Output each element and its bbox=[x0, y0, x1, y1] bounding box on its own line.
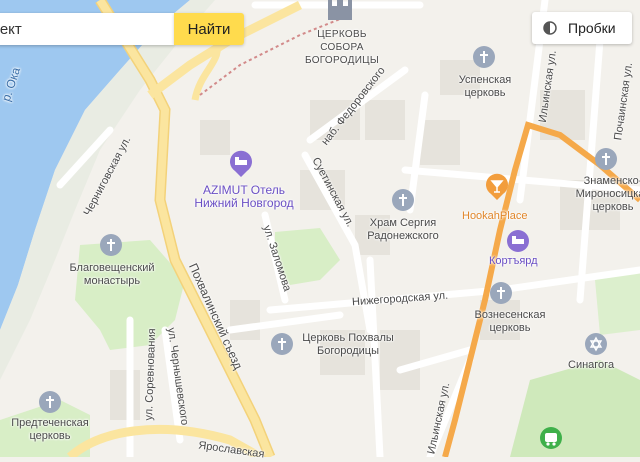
bus-icon[interactable] bbox=[540, 427, 562, 449]
poi-label-predtechenskaya[interactable]: Предтеченская церковь bbox=[0, 417, 100, 443]
hotel-icon[interactable] bbox=[507, 230, 529, 252]
traffic-icon bbox=[543, 21, 557, 35]
poi-label-sobor[interactable]: ЦЕРКОВЬ СОБОРА БОГОРОДИЦЫ bbox=[300, 28, 384, 67]
traffic-button[interactable]: Пробки bbox=[532, 12, 632, 44]
star-of-david-icon[interactable] bbox=[585, 333, 607, 355]
poi-label-blagoveshchensky[interactable]: Благовещенский монастырь bbox=[60, 262, 164, 288]
poi-label-voznesenskaya[interactable]: Вознесенская церковь bbox=[472, 309, 548, 335]
church-icon[interactable] bbox=[100, 234, 122, 256]
traffic-label: Пробки bbox=[568, 20, 616, 36]
poi-label-pokhvaly[interactable]: Церковь Похвалы Богородицы bbox=[296, 332, 400, 358]
search-input[interactable] bbox=[0, 13, 166, 45]
poi-label-hram-sergiya[interactable]: Храм Сергия Радонежского bbox=[357, 217, 449, 243]
church-icon[interactable] bbox=[473, 46, 495, 68]
cathedral-icon[interactable] bbox=[328, 0, 352, 20]
poi-label-uspenskaya[interactable]: Успенская церковь bbox=[452, 74, 518, 100]
poi-label-kortyard[interactable]: Кортъярд bbox=[489, 255, 538, 268]
church-icon[interactable] bbox=[39, 391, 61, 413]
poi-label-hookah[interactable]: HookahPlace bbox=[462, 210, 527, 223]
church-icon[interactable] bbox=[392, 189, 414, 211]
church-icon[interactable] bbox=[595, 148, 617, 170]
search-button[interactable]: Найти bbox=[174, 13, 244, 45]
poi-label-sinagoga[interactable]: Синагога bbox=[568, 359, 614, 372]
green-strip bbox=[595, 270, 640, 335]
poi-label-znamensko[interactable]: Знаменско-Мироносицкая церковь bbox=[568, 175, 640, 214]
church-icon[interactable] bbox=[490, 282, 512, 304]
poi-label-azimut[interactable]: AZIMUT Отель Нижний Новгород bbox=[192, 184, 296, 210]
search-box bbox=[0, 13, 174, 45]
church-icon[interactable] bbox=[271, 333, 293, 355]
